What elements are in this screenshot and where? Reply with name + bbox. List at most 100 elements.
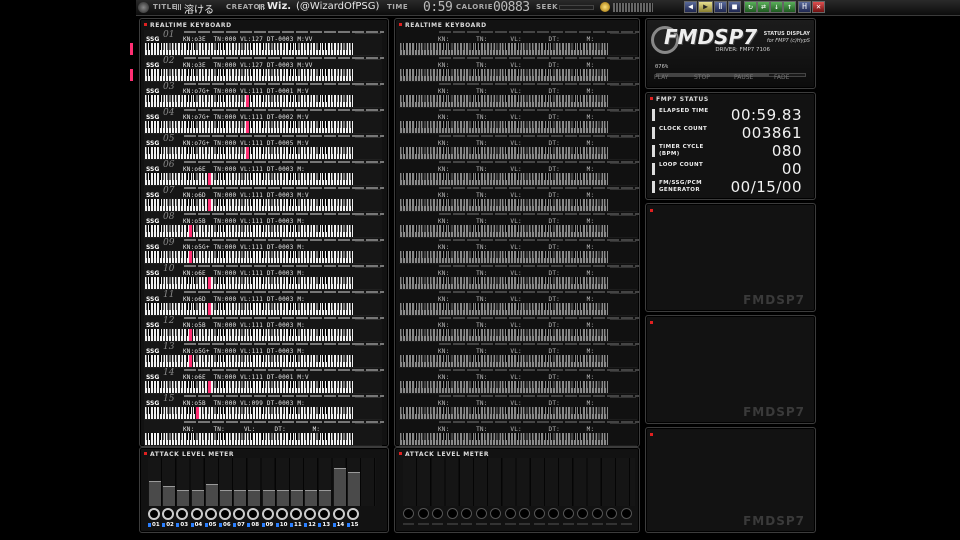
channel-knob[interactable]	[162, 508, 175, 520]
channel-knob[interactable]	[403, 508, 414, 519]
channel-row[interactable]: SSG 05 KN:o7G+ TN:000 VL:111 DT-0005 M:V	[144, 134, 384, 160]
play-button[interactable]: PLAY	[654, 74, 668, 81]
channel-row[interactable]: SSG 10 KN:o6E TN:000 VL:111 DT-0003 M:	[144, 264, 384, 290]
channel-info: KN: TN: VL: DT: M:	[438, 114, 595, 121]
channel-knob[interactable]	[275, 508, 288, 520]
channel-knob[interactable]	[490, 508, 501, 519]
up-icon[interactable]: ↑	[783, 1, 796, 13]
channel-row[interactable]: SSG 11 KN:o6D TN:000 VL:111 DT-0003 M:	[144, 290, 384, 316]
key-highlight	[189, 355, 192, 367]
key-highlight	[189, 225, 192, 237]
channel-knob[interactable]	[176, 508, 189, 520]
channel-knob[interactable]	[417, 508, 429, 519]
volume-meter[interactable]	[613, 3, 653, 12]
channel-row[interactable]: KN: TN: VL: DT: M:	[399, 238, 639, 264]
channel-row[interactable]: KN: TN: VL: DT: M:	[399, 56, 639, 82]
channel-row[interactable]: SSG 02 KN:o3E TN:000 VL:127 DT-0003 M:VV	[130, 56, 384, 82]
channel-knob[interactable]	[247, 508, 260, 520]
channel-info: KN: TN: VL: DT: M:	[438, 244, 595, 251]
channel-row[interactable]: SSG 09 KN:o5G+ TN:000 VL:111 DT-0003 M:	[144, 238, 384, 264]
channel-knob[interactable]	[261, 508, 274, 520]
channel-knob[interactable]	[190, 508, 203, 520]
channel-row[interactable]: KN: TN: VL: DT: M:	[399, 108, 639, 134]
down-icon[interactable]: ↓	[770, 1, 783, 13]
prev-icon[interactable]: ◀	[684, 1, 697, 13]
channel-type: SSG	[146, 62, 160, 69]
channel-knob[interactable]	[606, 508, 617, 519]
channel-knob[interactable]	[577, 508, 588, 519]
channel-row[interactable]: KN: TN: VL: DT: M:	[399, 82, 639, 108]
channel-knob[interactable]	[461, 508, 472, 519]
channel-row[interactable]: KN: TN: VL: DT: M:	[399, 186, 639, 212]
piano-keyboard	[145, 381, 353, 393]
channel-knob[interactable]	[219, 508, 231, 520]
channel-knob[interactable]	[304, 508, 317, 520]
close-icon[interactable]: ✕	[812, 1, 825, 13]
channel-label-placeholder	[504, 523, 516, 525]
channel-knob[interactable]	[148, 508, 160, 520]
channel-knob[interactable]	[446, 508, 458, 519]
hyps-icon[interactable]: H	[798, 1, 811, 13]
status-bar-icon	[652, 127, 655, 139]
pause-icon[interactable]: Ⅱ	[714, 1, 727, 13]
channel-knob[interactable]	[620, 508, 632, 519]
channel-row[interactable]: KN: TN: VL: DT: M:	[399, 212, 639, 238]
channel-knob[interactable]	[591, 508, 603, 519]
channel-row[interactable]: KN: TN: VL: DT: M:	[399, 30, 639, 56]
shuffle-icon[interactable]: ⇄	[757, 1, 770, 13]
stop-icon[interactable]: ■	[728, 1, 741, 13]
play-icon[interactable]: ▶	[698, 1, 713, 13]
channel-knob[interactable]	[562, 508, 574, 519]
channel-info: KN:o6E TN:000 VL:111 DT-0003 M:	[183, 270, 305, 277]
channel-row[interactable]: SSG 03 KN:o7G+ TN:000 VL:111 DT-0001 M:V	[144, 82, 384, 108]
channel-bar	[439, 187, 639, 189]
channel-knob[interactable]	[204, 508, 217, 520]
channel-row[interactable]: KN: TN: VL: DT: M:	[399, 290, 639, 316]
channel-row[interactable]: KN: TN: VL: DT: M:	[399, 134, 639, 160]
fade-button[interactable]: FADE	[774, 74, 789, 81]
channel-knob[interactable]	[519, 508, 530, 519]
channel-knob[interactable]	[233, 508, 246, 520]
channel-number: 08	[163, 212, 175, 222]
channel-row[interactable]: KN: TN: VL: DT: M:	[399, 342, 639, 368]
channel-info: KN: TN: VL: DT: M:	[438, 192, 595, 199]
channel-row[interactable]: KN: TN: VL: DT: M:	[144, 420, 384, 446]
pause-button[interactable]: PAUSE	[734, 74, 753, 81]
channel-row[interactable]: SSG 13 KN:o5G+ TN:000 VL:111 DT-0003 M:	[144, 342, 384, 368]
channel-row[interactable]: KN: TN: VL: DT: M:	[399, 160, 639, 186]
pan-indicator	[610, 267, 636, 289]
seek-bar[interactable]	[559, 5, 594, 10]
channel-knob[interactable]	[533, 508, 545, 519]
repeat-icon[interactable]: ↻	[744, 1, 757, 13]
channel-label-placeholder	[606, 523, 617, 525]
panel-title: REALTIME KEYBOARD	[144, 22, 232, 29]
channel-row[interactable]: KN: TN: VL: DT: M:	[399, 394, 639, 420]
watermark: FMDSP7	[743, 293, 805, 307]
channel-row[interactable]: SSG 01 KN:o3E TN:000 VL:127 DT-0003 M:VV	[130, 30, 384, 56]
channel-row[interactable]: KN: TN: VL: DT: M:	[399, 264, 639, 290]
channel-bar	[184, 83, 384, 85]
pan-indicator	[610, 85, 636, 107]
channel-row[interactable]: SSG 12 KN:o5B TN:000 VL:111 DT-0003 M:	[144, 316, 384, 342]
channel-knob[interactable]	[432, 508, 443, 519]
channel-row[interactable]: SSG 14 KN:o6E TN:000 VL:111 DT-0001 M:V	[144, 368, 384, 394]
channel-row[interactable]: KN: TN: VL: DT: M:	[399, 368, 639, 394]
channel-knob[interactable]	[548, 508, 559, 519]
channel-row[interactable]: KN: TN: VL: DT: M:	[399, 420, 639, 446]
channel-row[interactable]: SSG 08 KN:o5B TN:000 VL:111 DT-0003 M:	[144, 212, 384, 238]
channel-knob[interactable]	[475, 508, 487, 519]
channel-row[interactable]: SSG 07 KN:o6D TN:000 VL:111 DT-0003 M:V	[144, 186, 384, 212]
channel-info: KN: TN: VL: DT: M:	[438, 36, 595, 43]
channel-row[interactable]: SSG 04 KN:o7G+ TN:000 VL:111 DT-0002 M:V	[144, 108, 384, 134]
channel-knob[interactable]	[332, 508, 345, 520]
channel-number: 03	[163, 82, 175, 92]
channel-knob[interactable]	[318, 508, 331, 520]
channel-knob[interactable]	[346, 508, 359, 520]
channel-row[interactable]: SSG 06 KN:o6E TN:000 VL:111 DT-0003 M:	[144, 160, 384, 186]
channel-row[interactable]: KN: TN: VL: DT: M:	[399, 316, 639, 342]
channel-knob[interactable]	[504, 508, 516, 519]
channel-row[interactable]: SSG 15 KN:o5B TN:000 VL:099 DT-0003 M:	[144, 394, 384, 420]
channel-knob[interactable]	[290, 508, 302, 520]
stop-button[interactable]: STOP	[694, 74, 710, 81]
piano-keyboard	[145, 355, 353, 367]
